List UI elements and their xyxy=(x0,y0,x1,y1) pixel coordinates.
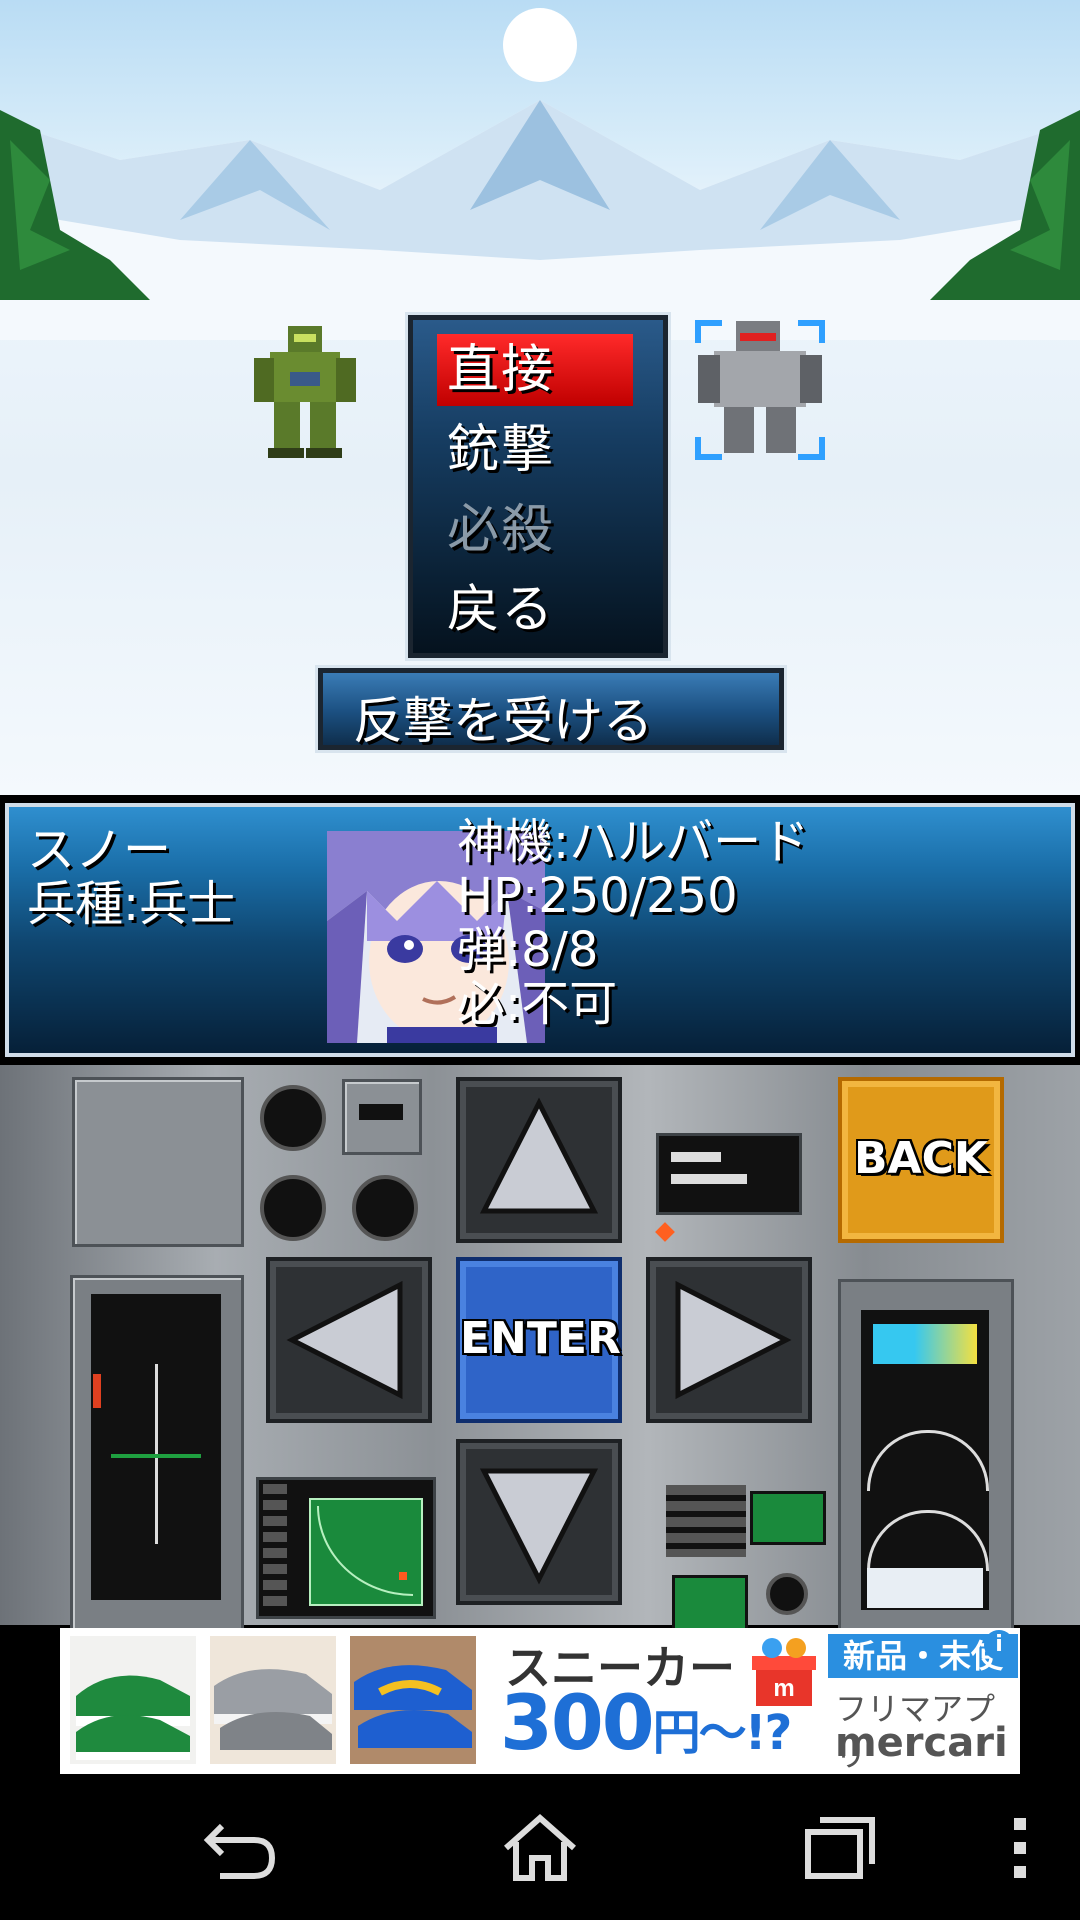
unit-special: 必:不可 xyxy=(457,976,618,1032)
counter-attack-label: 反撃を受ける xyxy=(353,692,653,750)
dpad-down-button[interactable] xyxy=(456,1439,622,1605)
dpad-right-button[interactable] xyxy=(646,1257,812,1423)
panel-plate xyxy=(72,1077,244,1247)
ad-price[interactable]: 300円〜!? xyxy=(500,1678,793,1767)
battle-scene: 直接 銃撃 必殺 戻る 反撃を受ける xyxy=(0,0,1080,795)
enemy-robot-sprite[interactable] xyxy=(690,315,830,465)
ad-brand: mercari xyxy=(835,1720,1008,1766)
back-icon[interactable] xyxy=(200,1812,280,1884)
home-icon[interactable] xyxy=(500,1812,580,1884)
snowy-mountains xyxy=(0,100,1080,340)
sun xyxy=(503,8,577,82)
ad-image-grey-sneakers[interactable] xyxy=(210,1636,336,1764)
dial-knob xyxy=(260,1175,326,1241)
arrow-right-icon xyxy=(675,1280,792,1400)
system-navigation-bar xyxy=(0,1776,1080,1920)
status-display xyxy=(656,1133,802,1215)
menu-item-direct[interactable]: 直接 xyxy=(437,334,633,406)
recents-icon[interactable] xyxy=(800,1812,880,1884)
back-button[interactable]: BACK xyxy=(838,1077,1004,1243)
speed-meter xyxy=(861,1310,989,1610)
switch-plate xyxy=(342,1079,422,1155)
arrow-left-icon xyxy=(286,1280,403,1400)
arrow-down-icon xyxy=(479,1468,599,1585)
vent-grille xyxy=(666,1485,746,1557)
back-label: BACK xyxy=(854,1133,988,1184)
ad-price-value: 300 xyxy=(500,1678,655,1767)
meter-plate xyxy=(838,1279,1014,1677)
altitude-gauge xyxy=(91,1294,221,1600)
menu-item-return[interactable]: 戻る xyxy=(437,574,633,646)
unit-info-box: スノー 兵種:兵士 神機:ハルバード HP:250/250 弾:8/8 必:不可 xyxy=(5,803,1075,1057)
counter-attack-button[interactable]: 反撃を受ける xyxy=(315,665,787,753)
dial-knob xyxy=(352,1175,418,1241)
ad-banner[interactable]: スニーカー 300円〜!? m 新品・未使用 フリマアプリ mercari i xyxy=(60,1628,1020,1774)
unit-class: 兵種:兵士 xyxy=(27,876,236,932)
dpad-left-button[interactable] xyxy=(266,1257,432,1423)
gift-box-icon: m xyxy=(752,1638,816,1706)
warning-light xyxy=(655,1222,675,1242)
green-screen xyxy=(672,1575,748,1633)
ad-price-suffix: 円〜!? xyxy=(652,1705,793,1761)
dial-knob xyxy=(260,1085,326,1151)
arrow-up-icon xyxy=(479,1097,599,1214)
menu-item-special[interactable]: 必殺 xyxy=(437,494,633,566)
green-screen xyxy=(750,1491,826,1545)
unit-hp: HP:250/250 xyxy=(457,868,738,924)
overflow-menu-icon[interactable] xyxy=(990,1812,1050,1884)
enter-button[interactable]: ENTER xyxy=(456,1257,622,1423)
ad-info-icon[interactable]: i xyxy=(984,1630,1014,1660)
gauge-plate xyxy=(70,1275,244,1677)
ad-image-blue-sneakers[interactable] xyxy=(350,1636,476,1764)
virtual-controller: ENTER BACK xyxy=(0,1065,1080,1677)
dpad-up-button[interactable] xyxy=(456,1077,622,1243)
unit-info-panel: スノー 兵種:兵士 神機:ハルバード HP:250/250 弾:8/8 必:不可 xyxy=(0,795,1080,1065)
radar-display xyxy=(256,1477,436,1619)
ad-image-green-sneakers[interactable] xyxy=(70,1636,196,1764)
unit-ammo: 弾:8/8 xyxy=(457,922,599,978)
unit-name: スノー xyxy=(27,822,172,878)
menu-item-shoot[interactable]: 銃撃 xyxy=(437,414,633,486)
enter-label: ENTER xyxy=(460,1313,621,1364)
svg-text:m: m xyxy=(773,1675,794,1702)
command-menu: 直接 銃撃 必殺 戻る xyxy=(405,312,671,661)
player-robot-sprite xyxy=(254,326,356,458)
unit-mech: 神機:ハルバード xyxy=(457,814,810,870)
small-knob xyxy=(766,1573,808,1615)
